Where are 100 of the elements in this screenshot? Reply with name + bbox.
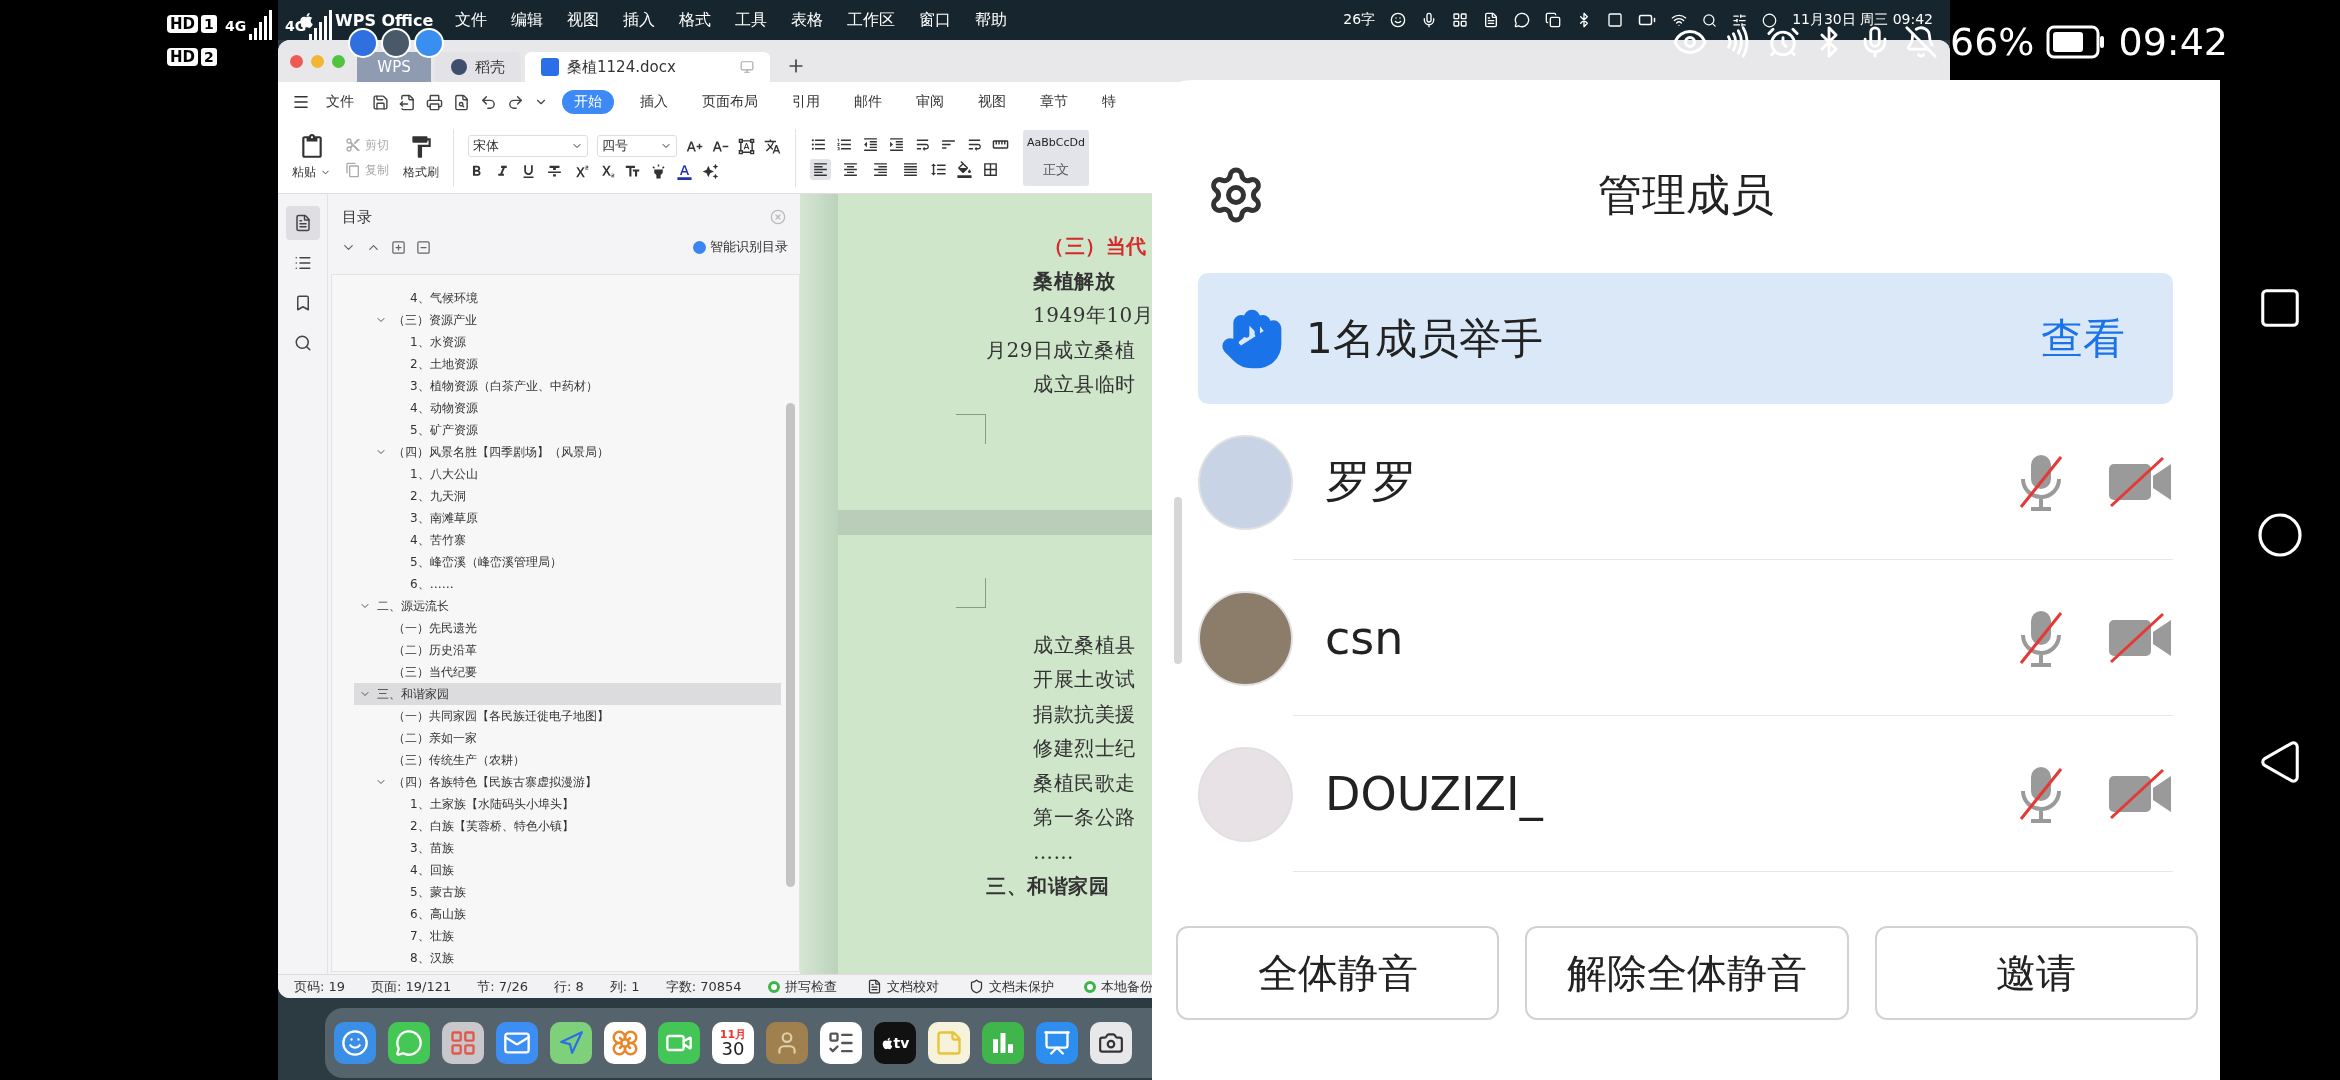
launchpad-icon[interactable] <box>442 1022 484 1064</box>
scrollbar-thumb[interactable] <box>785 403 795 887</box>
menu-icon[interactable] <box>292 93 310 111</box>
toc-item[interactable]: 4、回族 <box>332 859 781 881</box>
toc-item[interactable]: 7、壮族 <box>332 925 781 947</box>
menu-item[interactable]: 工作区 <box>847 9 896 31</box>
reminders-icon[interactable] <box>820 1022 862 1064</box>
home-button[interactable] <box>2256 511 2304 559</box>
menu-item[interactable]: 表格 <box>791 9 824 31</box>
wifi-icon[interactable] <box>1671 12 1688 28</box>
redo-icon[interactable] <box>507 93 524 111</box>
toc-item[interactable]: 6、…… <box>332 573 781 595</box>
status-dot-icon[interactable] <box>767 980 780 993</box>
tv-app-icon[interactable]: tv <box>874 1022 916 1064</box>
toc-item[interactable]: 1、八大公山 <box>332 463 781 485</box>
status-button[interactable]: 文档未保护 <box>968 977 1054 996</box>
windows-icon[interactable] <box>1545 12 1562 28</box>
window-tab[interactable]: 稻壳 <box>435 52 521 82</box>
menu-item[interactable]: 帮助 <box>975 9 1008 31</box>
ribbon-tab[interactable]: 特 <box>1094 90 1124 114</box>
remove-level-icon[interactable] <box>416 239 431 255</box>
numbers-icon[interactable] <box>982 1022 1024 1064</box>
status-button[interactable]: 本地备份 <box>1083 977 1153 996</box>
file-menu[interactable]: 文件 <box>326 93 354 111</box>
format-painter-button[interactable]: 格式刷 <box>403 164 439 181</box>
shield-icon[interactable] <box>968 979 984 994</box>
borders-icon[interactable] <box>982 160 999 178</box>
panel-button[interactable]: 解除全体静音 <box>1525 926 1849 1020</box>
ribbon-tab[interactable]: 章节 <box>1032 90 1076 114</box>
assistant-icon[interactable] <box>1762 12 1778 28</box>
ribbon-tab[interactable]: 视图 <box>970 90 1014 114</box>
photos-icon[interactable] <box>604 1022 646 1064</box>
toc-item[interactable]: 4、动物资源 <box>332 397 781 419</box>
print-icon[interactable] <box>426 93 443 111</box>
add-level-icon[interactable] <box>391 239 406 255</box>
toc-item[interactable]: （三）传统生产（农耕） <box>332 749 781 771</box>
toc-item[interactable]: （一）先民遗光 <box>332 617 781 639</box>
messages-icon[interactable] <box>388 1022 430 1064</box>
menu-item[interactable]: 编辑 <box>511 9 544 31</box>
control-center-icon[interactable] <box>1732 12 1748 28</box>
menu-item[interactable]: 视图 <box>567 9 600 31</box>
paste-button[interactable]: 粘贴 <box>292 164 331 181</box>
keynote-icon[interactable] <box>1036 1022 1078 1064</box>
chat-icon[interactable] <box>1514 12 1531 28</box>
menu-item[interactable]: 文件 <box>455 9 488 31</box>
ribbon-tab[interactable]: 邮件 <box>846 90 890 114</box>
toc-item[interactable]: 三、和谐家园 <box>354 683 781 705</box>
list-icon[interactable] <box>293 254 312 272</box>
ribbon-tab[interactable]: 引用 <box>784 90 828 114</box>
member-row[interactable]: 罗罗 <box>1293 404 2173 560</box>
toc-item[interactable]: 5、蒙古族 <box>332 881 781 903</box>
member-row[interactable]: DOUZIZI_ <box>1293 716 2173 872</box>
finder-icon[interactable] <box>334 1022 376 1064</box>
toc-item[interactable]: 5、峰峦溪（峰峦溪管理局） <box>332 551 781 573</box>
menu-item[interactable]: 格式 <box>679 9 712 31</box>
toc-item[interactable]: 1、土家族【水陆码头小埠头】 <box>332 793 781 815</box>
facetime-icon[interactable] <box>658 1022 700 1064</box>
font-color-icon[interactable] <box>676 163 693 180</box>
toc-item[interactable]: 3、植物资源（白茶产业、中药材） <box>332 375 781 397</box>
smiley-icon[interactable] <box>1390 12 1407 28</box>
notes-icon[interactable] <box>928 1022 970 1064</box>
calendar-icon[interactable]: 11月 30 <box>712 1022 754 1064</box>
font-select[interactable]: 宋体 <box>468 135 588 157</box>
decrease-indent-icon[interactable] <box>862 135 879 153</box>
save-icon[interactable] <box>372 93 389 111</box>
toc-item[interactable]: 3、苗族 <box>332 837 781 859</box>
toc-item[interactable]: （四）风景名胜【四季剧场】（风景局） <box>332 441 781 463</box>
font-size-select[interactable]: 四号 <box>597 135 677 157</box>
toc-item[interactable]: （三）当代纪要 <box>332 661 781 683</box>
document-check-icon[interactable] <box>866 979 882 994</box>
toc-item[interactable]: 6、高山族 <box>332 903 781 925</box>
status-button[interactable]: 拼写检查 <box>767 977 837 996</box>
document-outline-icon[interactable] <box>293 214 312 232</box>
smart-icon[interactable] <box>693 240 706 254</box>
toc-item[interactable]: （一）共同家园【各民族迁徙电子地图】 <box>332 705 781 727</box>
toc-item[interactable]: 5、矿产资源 <box>332 419 781 441</box>
menu-item[interactable]: 窗口 <box>919 9 952 31</box>
highlighter-icon[interactable] <box>650 163 667 180</box>
toc-item[interactable]: 2、白族【芙蓉桥、特色小镇】 <box>332 815 781 837</box>
view-link[interactable]: 查看 <box>2041 310 2125 367</box>
search-icon[interactable] <box>293 334 312 352</box>
status-button[interactable]: 文档校对 <box>866 977 939 996</box>
panel-button[interactable]: 全体静音 <box>1176 926 1500 1020</box>
smart-toc-button[interactable]: 智能识别目录 <box>693 238 788 256</box>
toc-item[interactable]: （二）亲如一家 <box>332 727 781 749</box>
toc-item[interactable]: 8、汉族 <box>332 947 781 969</box>
toc-item[interactable]: 2、土地资源 <box>332 353 781 375</box>
toc-item[interactable]: （二）历史沿革 <box>332 639 781 661</box>
print-preview-icon[interactable] <box>453 93 470 111</box>
screenshot-icon[interactable] <box>1090 1022 1132 1064</box>
toc-item[interactable]: 3、南滩草原 <box>332 507 781 529</box>
search-icon[interactable] <box>1702 12 1718 28</box>
maps-icon[interactable] <box>550 1022 592 1064</box>
toc-item[interactable]: 4、气候环境 <box>332 287 781 309</box>
menu-item[interactable]: 插入 <box>623 9 656 31</box>
panel-button[interactable]: 邀请 <box>1874 926 2198 1020</box>
window-tab[interactable]: 桑植1124.docx <box>525 52 770 82</box>
app-status-icon[interactable] <box>1607 12 1624 28</box>
export-icon[interactable] <box>399 93 416 111</box>
status-dot-icon[interactable] <box>1083 980 1096 993</box>
